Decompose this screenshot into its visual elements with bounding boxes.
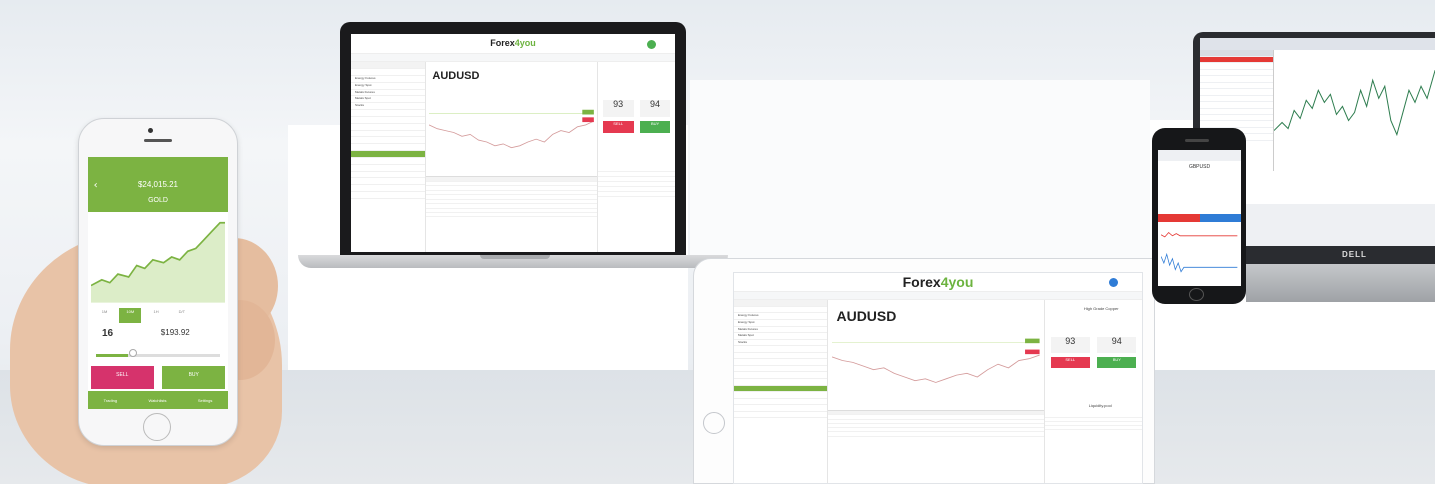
- side-list: [1045, 414, 1142, 483]
- sell-label: SELL: [116, 371, 129, 378]
- slider-handle[interactable]: [128, 348, 137, 357]
- amount-slider[interactable]: [96, 353, 220, 357]
- buy-button[interactable]: BUY: [639, 121, 671, 133]
- list-item[interactable]: [351, 124, 425, 131]
- list-item[interactable]: [1045, 426, 1142, 431]
- speaker-grille: [144, 139, 172, 142]
- list-item[interactable]: [351, 178, 425, 186]
- nav-trading[interactable]: Trading: [104, 398, 117, 403]
- buy-button[interactable]: BUY: [1097, 356, 1137, 368]
- background-panel: [690, 80, 1150, 260]
- symbol-title: AUDUSD: [836, 307, 897, 324]
- laptop-notch: [480, 255, 550, 259]
- laptop-web-terminal: Forex4you Energy Futures Energy Spot Met…: [351, 34, 675, 252]
- sell-button[interactable]: SELL: [1050, 356, 1090, 368]
- speaker-grille: [1185, 139, 1209, 142]
- list-item[interactable]: [351, 144, 425, 152]
- table-row[interactable]: [425, 213, 598, 218]
- price-chart[interactable]: [832, 324, 1040, 397]
- tab-10m[interactable]: 10M: [119, 308, 142, 324]
- instrument-list: Energy Futures Energy Spot Metals Future…: [351, 62, 426, 252]
- list-item[interactable]: Metals Spot: [351, 96, 425, 104]
- required-value: $193.92: [160, 328, 190, 338]
- bid-quote[interactable]: 93: [1050, 336, 1090, 354]
- web-header: Forex4you: [351, 34, 675, 54]
- panel-title: High Grade Copper: [1083, 305, 1119, 311]
- sell-button[interactable]: SELL: [90, 366, 154, 389]
- nav-settings[interactable]: Settings: [198, 398, 212, 403]
- tablet-home-button: [703, 412, 725, 434]
- tab-1h[interactable]: 1H: [145, 308, 167, 323]
- side-list: [598, 167, 675, 252]
- brand-logo: Forex4you: [902, 273, 974, 290]
- instrument-list: Energy Futures Energy Spot Metals Future…: [734, 300, 828, 483]
- list-item[interactable]: [351, 151, 425, 158]
- web-header: Forex4you: [734, 273, 1142, 292]
- timeframe-tabs: 1M 10M 1H D/T: [94, 308, 223, 324]
- tab-dt[interactable]: D/T: [171, 308, 193, 323]
- list-item[interactable]: Energy Spot: [351, 83, 425, 90]
- list-item[interactable]: [351, 192, 425, 199]
- orders-table: [425, 176, 598, 252]
- list-item[interactable]: [351, 172, 425, 179]
- order-panel: 93 94 SELL BUY: [597, 62, 675, 252]
- buy-button[interactable]: [1199, 213, 1241, 223]
- home-button: [143, 413, 171, 441]
- home-button: [1189, 288, 1204, 301]
- ask-quote[interactable]: 94: [639, 100, 671, 118]
- bottom-nav: Trading Watchlists Settings: [88, 391, 228, 409]
- sell-button[interactable]: [1158, 213, 1200, 223]
- list-item[interactable]: [734, 412, 827, 419]
- symbol-title: AUDUSD: [432, 69, 480, 82]
- account-icon[interactable]: [1108, 278, 1118, 288]
- slider-fill: [96, 353, 129, 357]
- price-chart[interactable]: [1272, 50, 1435, 172]
- list-item[interactable]: [351, 137, 425, 145]
- nav-watchlists[interactable]: Watchlists: [148, 398, 166, 403]
- buy-button[interactable]: BUY: [162, 366, 226, 389]
- symbol-title: GBPUSD: [1188, 163, 1211, 170]
- amount-value: 16: [102, 328, 114, 340]
- dell-laptop-base: [1246, 264, 1435, 302]
- bid-quote[interactable]: 93: [602, 100, 634, 118]
- price-chart[interactable]: [428, 87, 594, 163]
- tablet-web-terminal: Forex4you Energy Futures Energy Spot Met…: [733, 272, 1143, 484]
- mobile-metatrader-screen: GBPUSD: [1158, 150, 1241, 286]
- account-balance: $24,015.21: [137, 179, 179, 189]
- mt-toolbar: [1200, 38, 1435, 51]
- chart-area: AUDUSD: [827, 300, 1045, 483]
- list-item[interactable]: Metals Futures: [351, 90, 425, 97]
- list-item[interactable]: [351, 117, 425, 124]
- camera-icon: [148, 128, 153, 133]
- list-item[interactable]: [351, 131, 425, 138]
- brand-logo: Forex4you: [490, 38, 536, 49]
- chart-area: AUDUSD: [425, 62, 598, 252]
- symbol-title: GOLD: [148, 197, 168, 205]
- list-item[interactable]: [351, 165, 425, 172]
- account-icon[interactable]: [646, 39, 656, 49]
- list-item[interactable]: [598, 192, 675, 198]
- liquidity-title: Liquidity.pool: [1088, 402, 1112, 408]
- list-item[interactable]: [351, 185, 425, 193]
- ask-quote[interactable]: 94: [1097, 336, 1137, 354]
- mobile-app-screen: ‹ $24,015.21 GOLD 1M 10M 1H D/T 16 $193.…: [88, 157, 228, 409]
- sell-button[interactable]: SELL: [602, 121, 634, 133]
- list-item[interactable]: [351, 110, 425, 117]
- list-item[interactable]: Stocks: [351, 103, 425, 111]
- tick-chart[interactable]: [1161, 226, 1238, 280]
- list-item[interactable]: Energy Futures: [351, 76, 425, 83]
- table-row[interactable]: [827, 432, 1045, 437]
- app-header: [1158, 150, 1241, 161]
- list-item[interactable]: [351, 62, 425, 70]
- list-item[interactable]: [351, 69, 425, 76]
- order-panel: High Grade Copper 93 94 SELL BUY Liquidi…: [1044, 300, 1142, 483]
- dell-logo: DELL: [1342, 250, 1367, 259]
- tab-1m[interactable]: 1M: [94, 308, 116, 323]
- orders-table: [827, 409, 1045, 483]
- account-status-bar: [351, 53, 675, 63]
- account-status-bar: [734, 291, 1142, 301]
- buy-label: BUY: [188, 371, 199, 378]
- list-item[interactable]: [351, 158, 425, 165]
- price-chart[interactable]: [90, 217, 226, 304]
